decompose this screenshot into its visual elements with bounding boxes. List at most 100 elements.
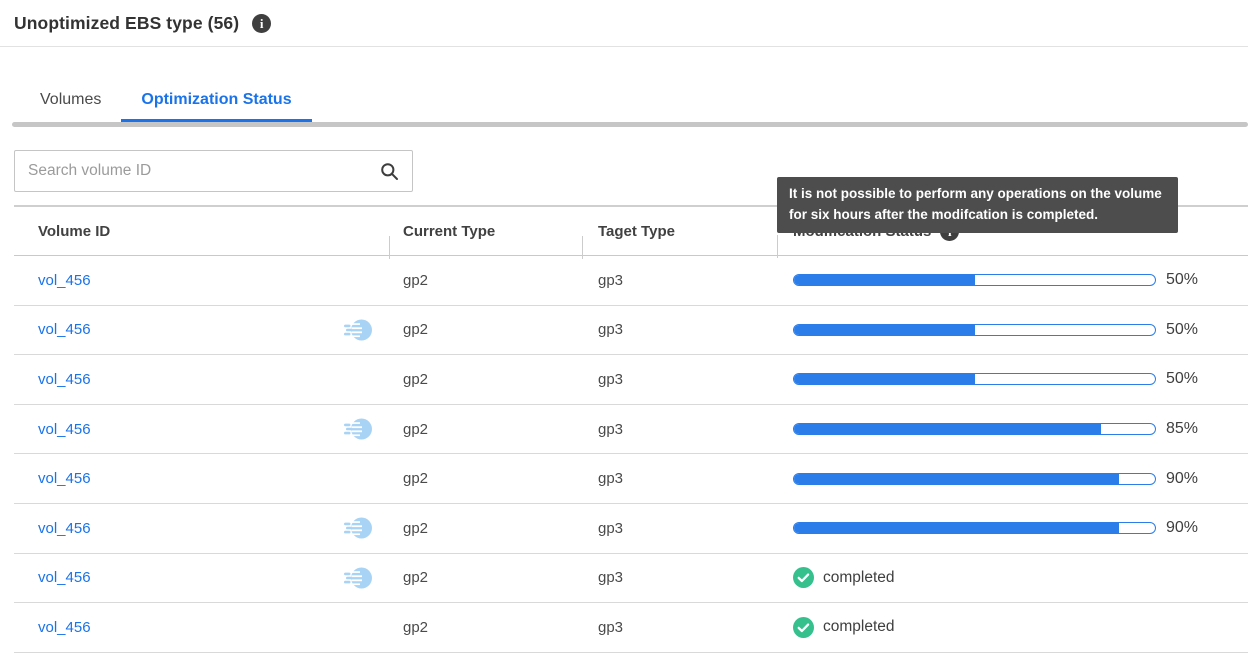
progress-group: 50% — [793, 370, 1198, 388]
volume-id-link[interactable]: vol_456 — [38, 619, 91, 636]
progress-group: 85% — [793, 420, 1198, 438]
progress-percent: 85% — [1166, 420, 1198, 438]
fast-icon — [344, 565, 372, 591]
page-title: Unoptimized EBS type (56) — [14, 13, 239, 34]
modification-status-cell: completed — [777, 617, 1248, 638]
progress-bar — [793, 473, 1156, 485]
target-type-cell: gp3 — [582, 520, 777, 537]
tab-volumes-label: Volumes — [40, 91, 101, 109]
check-circle-icon — [793, 567, 814, 588]
table-body: vol_456 gp2 — [14, 256, 1248, 653]
progress-fill — [794, 275, 975, 285]
modification-status-cell: 90% — [777, 519, 1248, 537]
volume-id-link[interactable]: vol_456 — [38, 321, 91, 338]
current-type-cell: gp2 — [389, 520, 582, 537]
search-box — [14, 150, 413, 192]
volume-id-link[interactable]: vol_456 — [38, 421, 91, 438]
volume-id-cell: vol_456 — [14, 515, 389, 541]
column-header-target-type: Taget Type — [582, 223, 777, 240]
target-type-cell: gp3 — [582, 421, 777, 438]
current-type-cell: gp2 — [389, 272, 582, 289]
volume-id-cell: vol_456 — [14, 565, 389, 591]
current-type-cell: gp2 — [389, 321, 582, 338]
column-header-volume-id: Volume ID — [14, 223, 389, 240]
volume-id-link[interactable]: vol_456 — [38, 371, 91, 388]
volume-id-link[interactable]: vol_456 — [38, 272, 91, 289]
modification-status-cell: 50% — [777, 370, 1248, 388]
volume-id-cell: vol_456 — [14, 614, 389, 640]
current-type-cell: gp2 — [389, 421, 582, 438]
modification-status-cell: 50% — [777, 321, 1248, 339]
volume-id-cell: vol_456 — [14, 416, 389, 442]
modification-status-tooltip: It is not possible to perform any operat… — [777, 177, 1178, 233]
progress-percent: 50% — [1166, 321, 1198, 339]
current-type-cell: gp2 — [389, 569, 582, 586]
table-row: vol_456 gp2 — [14, 306, 1248, 356]
table-row: vol_456 gp2 — [14, 355, 1248, 405]
page-header: Unoptimized EBS type (56) i — [0, 0, 1248, 47]
completed-label: completed — [823, 569, 895, 587]
table-row: vol_456 gp2 — [14, 504, 1248, 554]
progress-percent: 90% — [1166, 519, 1198, 537]
target-type-cell: gp3 — [582, 569, 777, 586]
progress-bar — [793, 274, 1156, 286]
search-input[interactable] — [28, 162, 380, 180]
volume-id-cell: vol_456 — [14, 366, 389, 392]
progress-group: 50% — [793, 271, 1198, 289]
progress-percent: 50% — [1166, 370, 1198, 388]
column-header-current-type: Current Type — [389, 223, 582, 240]
table-row: vol_456 gp2 — [14, 454, 1248, 504]
progress-fill — [794, 374, 975, 384]
progress-fill — [794, 474, 1119, 484]
tab-optimization-status-label: Optimization Status — [141, 91, 291, 109]
tabs: Volumes Optimization Status — [0, 81, 1248, 122]
target-type-cell: gp3 — [582, 272, 777, 289]
modification-status-cell: 85% — [777, 420, 1248, 438]
current-type-cell: gp2 — [389, 619, 582, 636]
target-type-cell: gp3 — [582, 321, 777, 338]
target-type-cell: gp3 — [582, 371, 777, 388]
volume-id-link[interactable]: vol_456 — [38, 470, 91, 487]
info-icon[interactable]: i — [252, 14, 271, 33]
completed-group: completed — [793, 617, 895, 638]
progress-bar — [793, 373, 1156, 385]
modification-status-cell: 50% — [777, 271, 1248, 289]
tab-volumes[interactable]: Volumes — [20, 81, 121, 122]
progress-percent: 90% — [1166, 470, 1198, 488]
volume-id-cell: vol_456 — [14, 317, 389, 343]
current-type-cell: gp2 — [389, 470, 582, 487]
table-row: vol_456 gp2 — [14, 554, 1248, 604]
search-icon[interactable] — [380, 162, 399, 181]
progress-fill — [794, 325, 975, 335]
modification-status-cell: completed — [777, 567, 1248, 588]
current-type-cell: gp2 — [389, 371, 582, 388]
fast-icon — [344, 515, 372, 541]
volume-id-cell: vol_456 — [14, 466, 389, 492]
tabs-underline — [12, 122, 1248, 127]
completed-group: completed — [793, 567, 895, 588]
volume-id-cell: vol_456 — [14, 267, 389, 293]
progress-fill — [794, 424, 1101, 434]
fast-icon — [344, 416, 372, 442]
tab-optimization-status[interactable]: Optimization Status — [121, 81, 311, 122]
progress-bar — [793, 423, 1156, 435]
table-row: vol_456 gp2 — [14, 256, 1248, 306]
modification-status-cell: 90% — [777, 470, 1248, 488]
target-type-cell: gp3 — [582, 470, 777, 487]
table-row: vol_456 gp2 — [14, 405, 1248, 455]
volume-id-link[interactable]: vol_456 — [38, 569, 91, 586]
progress-bar — [793, 522, 1156, 534]
progress-percent: 50% — [1166, 271, 1198, 289]
target-type-cell: gp3 — [582, 619, 777, 636]
check-circle-icon — [793, 617, 814, 638]
progress-group: 90% — [793, 470, 1198, 488]
completed-label: completed — [823, 618, 895, 636]
optimization-table: Volume ID Current Type Taget Type Modifi… — [14, 205, 1248, 653]
progress-group: 90% — [793, 519, 1198, 537]
progress-bar — [793, 324, 1156, 336]
fast-icon — [344, 317, 372, 343]
table-row: vol_456 gp2 — [14, 603, 1248, 653]
progress-group: 50% — [793, 321, 1198, 339]
progress-fill — [794, 523, 1119, 533]
volume-id-link[interactable]: vol_456 — [38, 520, 91, 537]
